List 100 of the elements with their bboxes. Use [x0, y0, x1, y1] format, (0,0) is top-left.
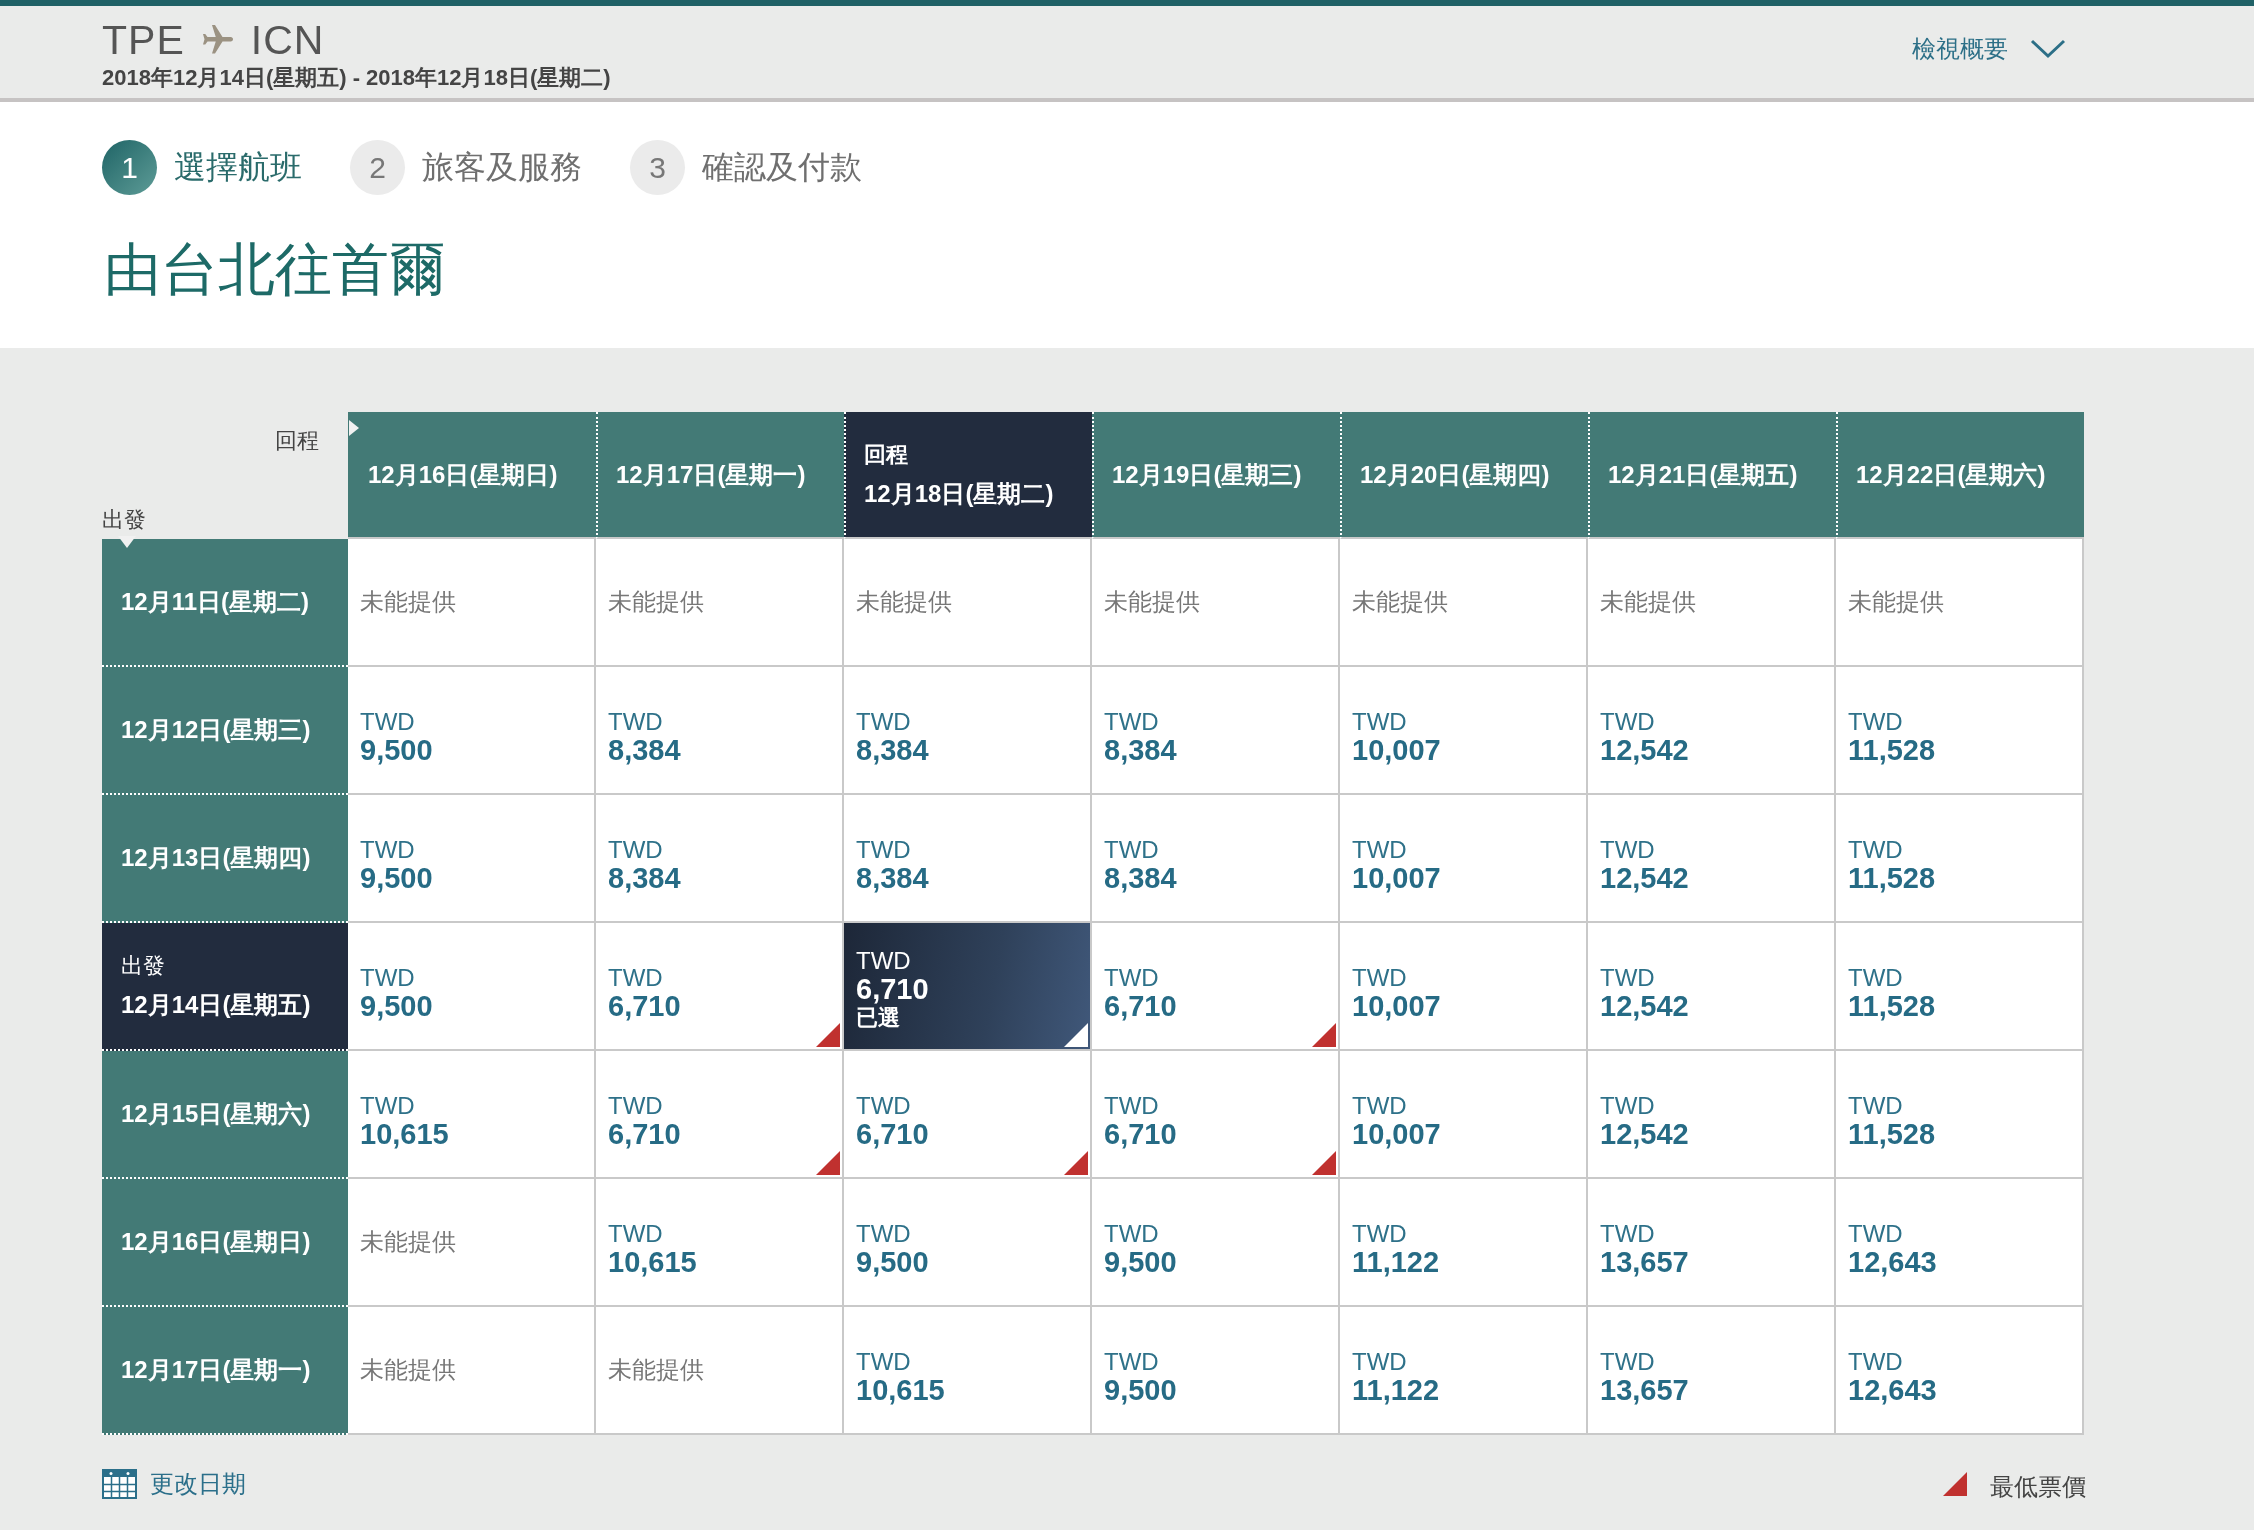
fare-cell[interactable]: TWD 10,615 — [844, 1307, 1092, 1435]
fare-cell[interactable]: TWD 6,710 — [596, 923, 844, 1051]
row-date: 12月16日(星期日) — [121, 1228, 312, 1256]
column-date: 12月17日(星期一) — [616, 460, 807, 489]
row-header[interactable]: 12月16日(星期日) — [102, 1179, 348, 1307]
currency-label: TWD — [1352, 1092, 1407, 1119]
fare-cell[interactable]: TWD 6,710 — [1092, 923, 1340, 1051]
currency-label: TWD — [1104, 1348, 1159, 1375]
column-header[interactable]: 回程 12月18日(星期二) — [844, 412, 1092, 539]
unavailable-label: 未能提供 — [1600, 588, 1696, 616]
fare-cell[interactable]: TWD 11,528 — [1836, 923, 2084, 1051]
currency-label: TWD — [856, 1348, 911, 1375]
currency-label: TWD — [1352, 964, 1407, 991]
unavailable-label: 未能提供 — [608, 1356, 704, 1384]
fare-amount: 9,500 — [1104, 1374, 1177, 1406]
column-header[interactable]: 12月22日(星期六) — [1836, 412, 2084, 539]
fare-amount: 10,007 — [1352, 1118, 1441, 1150]
row-date: 12月13日(星期四) — [121, 844, 312, 872]
fare-cell[interactable]: TWD 12,643 — [1836, 1179, 2084, 1307]
column-header[interactable]: 12月17日(星期一) — [596, 412, 844, 539]
fare-cell[interactable]: TWD 6,710 — [1092, 1051, 1340, 1179]
fare-cell[interactable]: TWD 8,384 — [596, 667, 844, 795]
airplane-icon — [202, 25, 233, 55]
fare-cell[interactable]: TWD 11,528 — [1836, 1051, 2084, 1179]
page-title: 由台北往首爾 — [104, 237, 446, 301]
fare-cell[interactable]: TWD 12,542 — [1588, 795, 1836, 923]
currency-label: TWD — [1104, 1092, 1159, 1119]
currency-label: TWD — [1600, 1092, 1655, 1119]
currency-label: TWD — [1600, 836, 1655, 863]
currency-label: TWD — [1848, 1220, 1903, 1247]
unavailable-label: 未能提供 — [360, 1228, 456, 1256]
currency-label: TWD — [1104, 964, 1159, 991]
unavailable-label: 未能提供 — [1104, 588, 1200, 616]
column-header[interactable]: 12月20日(星期四) — [1340, 412, 1588, 539]
column-header[interactable]: 12月19日(星期三) — [1092, 412, 1340, 539]
fare-cell[interactable]: TWD 8,384 — [596, 795, 844, 923]
fare-cell[interactable]: TWD 10,007 — [1340, 795, 1588, 923]
fare-cell[interactable]: TWD 6,710 已選 — [844, 923, 1092, 1051]
fare-cell[interactable]: TWD 10,615 — [348, 1051, 596, 1179]
change-dates-link[interactable]: 更改日期 — [102, 1468, 246, 1500]
currency-label: TWD — [1352, 1348, 1407, 1375]
fare-amount: 8,384 — [1104, 862, 1177, 894]
fare-cell[interactable]: TWD 8,384 — [1092, 667, 1340, 795]
row-header[interactable]: 12月17日(星期一) — [102, 1307, 348, 1435]
row-header[interactable]: 出發 12月14日(星期五) — [102, 923, 348, 1051]
fare-cell[interactable]: TWD 9,500 — [348, 923, 596, 1051]
step-number: 3 — [630, 140, 685, 195]
calendar-icon — [102, 1469, 137, 1499]
fare-cell[interactable]: TWD 11,528 — [1836, 667, 2084, 795]
fare-cell[interactable]: TWD 8,384 — [844, 795, 1092, 923]
row-date: 12月12日(星期三) — [121, 716, 312, 744]
row-date: 12月17日(星期一) — [121, 1356, 312, 1384]
row-header[interactable]: 12月13日(星期四) — [102, 795, 348, 923]
currency-label: TWD — [360, 836, 415, 863]
currency-label: TWD — [856, 708, 911, 735]
row-header[interactable]: 12月12日(星期三) — [102, 667, 348, 795]
fare-cell[interactable]: TWD 8,384 — [844, 667, 1092, 795]
fare-cell[interactable]: TWD 12,542 — [1588, 1051, 1836, 1179]
fare-amount: 13,657 — [1600, 1246, 1689, 1278]
fare-amount: 10,615 — [608, 1246, 697, 1278]
fare-cell[interactable]: TWD 9,500 — [844, 1179, 1092, 1307]
currency-label: TWD — [856, 1220, 911, 1247]
origin-code: TPE — [102, 18, 185, 62]
step-number: 1 — [102, 140, 157, 195]
column-header[interactable]: 12月21日(星期五) — [1588, 412, 1836, 539]
fare-cell[interactable]: TWD 12,643 — [1836, 1307, 2084, 1435]
fare-cell[interactable]: TWD 9,500 — [1092, 1179, 1340, 1307]
row-header[interactable]: 12月15日(星期六) — [102, 1051, 348, 1179]
fare-amount: 9,500 — [1104, 1246, 1177, 1278]
fare-cell[interactable]: TWD 10,007 — [1340, 1051, 1588, 1179]
currency-label: TWD — [1848, 1348, 1903, 1375]
fare-cell[interactable]: TWD 8,384 — [1092, 795, 1340, 923]
currency-label: TWD — [1352, 1220, 1407, 1247]
fare-cell[interactable]: TWD 9,500 — [348, 795, 596, 923]
fare-cell[interactable]: TWD 11,528 — [1836, 795, 2084, 923]
row-header[interactable]: 12月11日(星期二) — [102, 539, 348, 667]
fare-cell[interactable]: TWD 12,542 — [1588, 923, 1836, 1051]
currency-label: TWD — [1848, 708, 1903, 735]
step-label: 確認及付款 — [702, 147, 862, 187]
fare-cell[interactable]: TWD 13,657 — [1588, 1179, 1836, 1307]
currency-label: TWD — [1600, 964, 1655, 991]
column-header[interactable]: 12月16日(星期日) — [348, 412, 596, 539]
fare-cell[interactable]: TWD 10,615 — [596, 1179, 844, 1307]
fare-cell[interactable]: TWD 13,657 — [1588, 1307, 1836, 1435]
fare-cell[interactable]: TWD 6,710 — [844, 1051, 1092, 1179]
fare-cell[interactable]: TWD 10,007 — [1340, 923, 1588, 1051]
fare-amount: 9,500 — [360, 862, 433, 894]
fare-amount: 12,542 — [1600, 734, 1689, 766]
legend-label: 最低票價 — [1990, 1472, 2086, 1502]
summary-link[interactable]: 檢視概要 — [1912, 29, 2066, 69]
fare-cell[interactable]: TWD 12,542 — [1588, 667, 1836, 795]
fare-amount: 8,384 — [856, 862, 929, 894]
fare-cell[interactable]: TWD 11,122 — [1340, 1307, 1588, 1435]
fare-cell[interactable]: TWD 6,710 — [596, 1051, 844, 1179]
currency-label: TWD — [608, 1092, 663, 1119]
fare-cell[interactable]: TWD 9,500 — [1092, 1307, 1340, 1435]
fare-cell[interactable]: TWD 11,122 — [1340, 1179, 1588, 1307]
fare-amount: 10,615 — [856, 1374, 945, 1406]
fare-cell[interactable]: TWD 9,500 — [348, 667, 596, 795]
fare-cell[interactable]: TWD 10,007 — [1340, 667, 1588, 795]
